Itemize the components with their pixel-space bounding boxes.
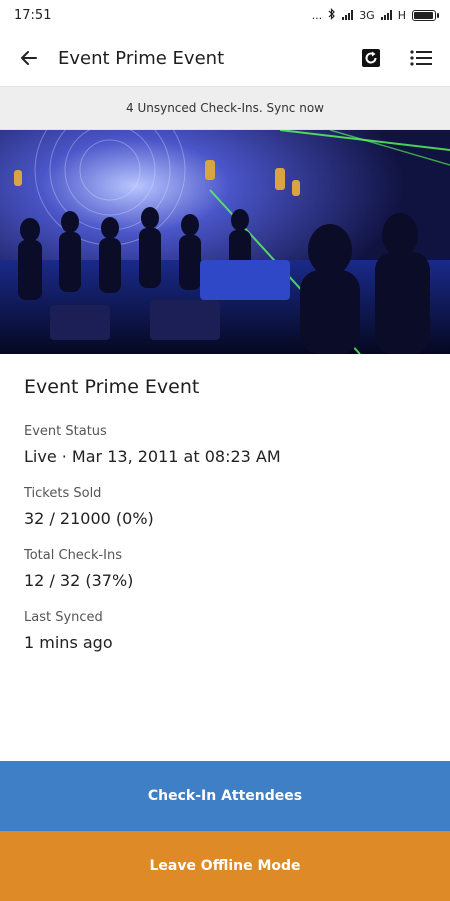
battery-icon	[412, 9, 439, 21]
unsynced-banner-text: 4 Unsynced Check-Ins. Sync now	[126, 101, 324, 115]
arrow-left-icon	[21, 51, 37, 65]
check-in-attendees-button[interactable]: Check-In Attendees	[0, 761, 450, 831]
event-status-label: Event Status	[24, 424, 107, 439]
app-bar: Event Prime Event	[0, 30, 450, 86]
status-bar: 17:51 ... 3G H	[0, 0, 450, 30]
notification-dots: ...	[311, 8, 323, 22]
event-name: Event Prime Event	[24, 376, 200, 398]
event-cover-image	[0, 130, 450, 354]
sync-icon	[362, 49, 380, 67]
tickets-sold-value: 32 / 21000 (0%)	[24, 509, 154, 528]
network-type-label-2: H	[397, 8, 406, 22]
total-check-ins-value: 12 / 32 (37%)	[24, 571, 134, 590]
leave-offline-mode-button[interactable]: Leave Offline Mode	[0, 831, 450, 901]
page-title: Event Prime Event	[58, 47, 225, 69]
sync-button[interactable]	[346, 30, 396, 86]
signal-icon	[342, 10, 354, 20]
last-synced-value: 1 mins ago	[24, 633, 113, 652]
back-button[interactable]	[0, 30, 58, 86]
unsynced-banner[interactable]: 4 Unsynced Check-Ins. Sync now	[0, 86, 450, 130]
bluetooth-icon	[328, 7, 336, 23]
list-menu-button[interactable]	[396, 30, 446, 86]
tickets-sold-label: Tickets Sold	[24, 486, 102, 501]
event-details: Event Prime Event Event Status Live · Ma…	[0, 354, 450, 652]
network-type-label: 3G	[359, 8, 375, 22]
total-check-ins-label: Total Check-Ins	[24, 548, 123, 563]
status-icons: ... 3G H	[311, 7, 439, 23]
last-synced-label: Last Synced	[24, 610, 103, 625]
list-icon	[410, 50, 432, 66]
status-time: 17:51	[14, 7, 52, 23]
event-status-value: Live · Mar 13, 2011 at 08:23 AM	[24, 447, 281, 466]
signal-icon-2	[380, 10, 392, 20]
